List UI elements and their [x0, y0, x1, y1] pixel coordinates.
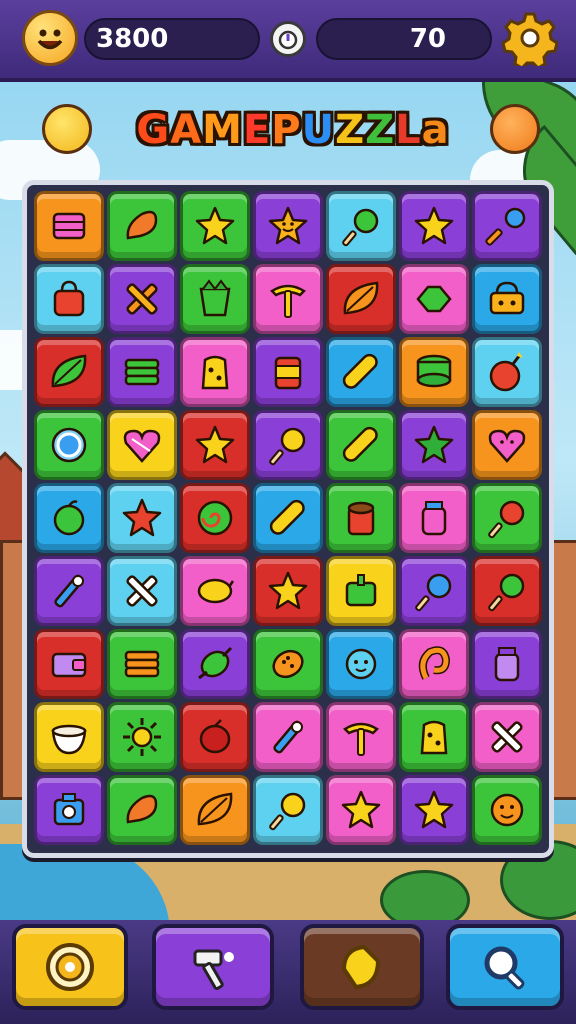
- tile-lemon-green-icon[interactable]: [180, 629, 250, 699]
- tile-jar-icon[interactable]: [399, 483, 469, 553]
- tile-wand-blue-icon[interactable]: [253, 702, 323, 772]
- tile-lollipop-yellow-icon[interactable]: [253, 410, 323, 480]
- tile-star-icon[interactable]: [399, 775, 469, 845]
- target-powerup-button[interactable]: [12, 924, 128, 1010]
- tile-pick-icon[interactable]: [253, 264, 323, 334]
- tile-star-icon[interactable]: [399, 191, 469, 261]
- tile-lollipop-red-icon[interactable]: [472, 483, 542, 553]
- tile-lollipop-yellow-icon[interactable]: [253, 775, 323, 845]
- tile-wand-blue-icon[interactable]: [34, 556, 104, 626]
- tile-jar-purple-icon[interactable]: [472, 629, 542, 699]
- score-value: 3800: [96, 24, 169, 54]
- tile-star-icon[interactable]: [180, 410, 250, 480]
- top-bar: 3800 70: [0, 0, 576, 82]
- tile-heart-face-icon[interactable]: [472, 410, 542, 480]
- tile-cross-white-icon[interactable]: [472, 702, 542, 772]
- tile-drumstick-icon[interactable]: [107, 191, 177, 261]
- tile-wallet-icon[interactable]: [34, 629, 104, 699]
- tile-box-green-icon[interactable]: [326, 556, 396, 626]
- tile-stack-orange-icon[interactable]: [107, 629, 177, 699]
- tile-berry-icon[interactable]: [180, 702, 250, 772]
- chick-badge-icon: [42, 104, 92, 154]
- tile-star-red-icon[interactable]: [107, 483, 177, 553]
- tile-grid: [34, 191, 544, 847]
- magnifier-icon: [484, 946, 525, 990]
- title-letter: A: [170, 107, 203, 153]
- tile-can-icon[interactable]: [253, 337, 323, 407]
- tile-leaf-green-icon[interactable]: [34, 337, 104, 407]
- tile-clock-icon[interactable]: [34, 410, 104, 480]
- game-title: GAMEPUZZLa: [118, 100, 468, 160]
- lemon-slice-icon: [341, 944, 381, 990]
- smiley-face-icon[interactable]: [22, 10, 78, 66]
- tile-cheese-icon[interactable]: [180, 337, 250, 407]
- tile-lollipop-blue-icon[interactable]: [399, 556, 469, 626]
- title-letter: Z: [365, 107, 396, 153]
- hammer-powerup-button[interactable]: [152, 924, 274, 1010]
- tile-sun-icon[interactable]: [107, 702, 177, 772]
- tile-heart-icon[interactable]: [107, 410, 177, 480]
- tile-bowl-icon[interactable]: [34, 702, 104, 772]
- tile-stack-icon[interactable]: [107, 337, 177, 407]
- tile-lollipop-green-icon[interactable]: [472, 556, 542, 626]
- tile-pick-icon[interactable]: [326, 702, 396, 772]
- tile-box-icon[interactable]: [34, 191, 104, 261]
- tile-rolling-pin-icon[interactable]: [326, 337, 396, 407]
- title-letter: L: [395, 107, 422, 153]
- tile-star-green-icon[interactable]: [399, 410, 469, 480]
- tile-gem-icon[interactable]: [399, 264, 469, 334]
- tile-star-face-icon[interactable]: [253, 191, 323, 261]
- tile-stack-green-icon[interactable]: [399, 337, 469, 407]
- tile-bag-icon[interactable]: [34, 264, 104, 334]
- tile-blob-icon[interactable]: [326, 629, 396, 699]
- orange-ball-icon: [490, 104, 540, 154]
- title-letter: G: [136, 107, 171, 153]
- tile-lemon-icon[interactable]: [180, 556, 250, 626]
- title-letter: E: [242, 107, 272, 153]
- title-letter: P: [271, 107, 302, 153]
- tile-drumstick-icon[interactable]: [107, 775, 177, 845]
- tile-pot-icon[interactable]: [180, 264, 250, 334]
- tile-cheese-icon[interactable]: [399, 702, 469, 772]
- tile-star-icon[interactable]: [253, 556, 323, 626]
- tile-swirl-orange-icon[interactable]: [399, 629, 469, 699]
- moves-display: 70: [316, 18, 492, 60]
- title-letter: Z: [335, 107, 366, 153]
- tile-leaf-icon[interactable]: [326, 264, 396, 334]
- title-letter: U: [301, 107, 336, 153]
- shuffle-powerup-button[interactable]: [300, 924, 424, 1010]
- tile-cross-white-icon[interactable]: [107, 556, 177, 626]
- target-icon: [46, 943, 94, 991]
- tile-apple-icon[interactable]: [34, 483, 104, 553]
- tile-cookie-icon[interactable]: [253, 629, 323, 699]
- tile-rolling-pin-icon[interactable]: [253, 483, 323, 553]
- tile-face-orange-icon[interactable]: [472, 775, 542, 845]
- tile-cross-icon[interactable]: [107, 264, 177, 334]
- tile-rolling-pin-icon[interactable]: [326, 410, 396, 480]
- tile-bomb-icon[interactable]: [472, 337, 542, 407]
- tile-star-icon[interactable]: [326, 775, 396, 845]
- tile-camera-icon[interactable]: [34, 775, 104, 845]
- puzzle-board: [22, 180, 554, 858]
- stopwatch-icon: [270, 21, 306, 57]
- tile-basket-icon[interactable]: [472, 264, 542, 334]
- tile-leaf-icon[interactable]: [180, 775, 250, 845]
- tile-lollipop-icon[interactable]: [326, 191, 396, 261]
- score-display: 3800: [84, 18, 260, 60]
- gear-icon[interactable]: [501, 10, 559, 70]
- tile-cup-icon[interactable]: [326, 483, 396, 553]
- hint-powerup-button[interactable]: [446, 924, 564, 1010]
- tile-star-icon[interactable]: [180, 191, 250, 261]
- tile-wand-icon[interactable]: [472, 191, 542, 261]
- hammer-icon: [193, 949, 234, 991]
- title-letter: a: [421, 107, 450, 153]
- title-letter: M: [202, 107, 243, 153]
- tile-swirl-icon[interactable]: [180, 483, 250, 553]
- moves-value: 70: [409, 24, 446, 54]
